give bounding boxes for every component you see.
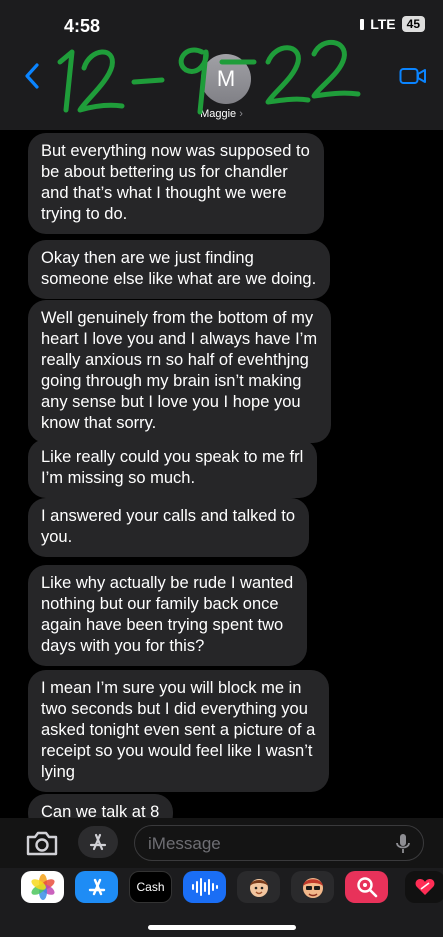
battery-icon: 45 [401, 16, 425, 32]
message-line: lying [41, 763, 75, 781]
message-line: days with you for this? [41, 637, 205, 655]
digital-touch-icon [415, 879, 435, 895]
received-message-bubble[interactable]: Like why actually be rude I wanted nothi… [28, 565, 308, 666]
message-line: I mean I’m sure you will block me in [41, 679, 302, 697]
microphone-icon[interactable] [395, 833, 411, 855]
compose-bar: iMessage [0, 818, 443, 868]
imessage-placeholder: iMessage [148, 834, 221, 853]
received-message-bubble[interactable]: I mean I’m sure you will block me in two… [28, 670, 330, 792]
status-time: 4:58 [64, 16, 101, 36]
message-line: Like why actually be rude I wanted [41, 574, 294, 592]
message-line: I answered your calls and talked to [41, 507, 296, 525]
memoji-stickers-icon [302, 878, 323, 898]
received-message-bubble[interactable]: But everything now was supposed to be ab… [28, 133, 324, 234]
message-line: and that’s what I thought we were [41, 184, 287, 202]
digital-touch-app-button[interactable] [405, 871, 443, 903]
image-search-app-button[interactable] [345, 871, 388, 903]
photos-icon [30, 874, 55, 900]
app-drawer: Cash [0, 868, 443, 937]
apple-cash-app-button[interactable]: Cash [129, 871, 172, 903]
conversation-header: 4:58 LTE 45 M Maggie › [0, 0, 443, 130]
home-indicator[interactable] [148, 925, 296, 930]
app-store-app-button[interactable] [75, 871, 118, 903]
received-message-bubble[interactable]: Like really could you speak to me frl I’… [28, 439, 318, 498]
app-store-icon [89, 833, 107, 851]
audio-message-icon [191, 878, 218, 896]
audio-message-app-button[interactable] [183, 871, 226, 903]
received-message-bubble[interactable]: Okay then are we just finding someone el… [28, 240, 331, 299]
memoji-stickers-app-button[interactable] [291, 871, 334, 903]
message-line: Well genuinely from the bottom of my [41, 309, 314, 327]
app-store-icon [88, 878, 105, 896]
facetime-video-icon[interactable] [399, 66, 427, 86]
contact-name-label: Maggie [200, 108, 237, 120]
contact-avatar[interactable]: M [201, 54, 251, 104]
network-type: LTE [370, 16, 396, 32]
message-line: be about bettering us for chandler [41, 163, 288, 181]
message-line: any sense but I love you I hope you [41, 393, 301, 411]
imessage-input[interactable]: iMessage [134, 825, 424, 861]
message-line: trying to do. [41, 205, 128, 223]
apps-button[interactable] [78, 826, 118, 858]
message-line: two seconds but I did everything you [41, 700, 308, 718]
back-chevron-icon[interactable] [22, 62, 42, 90]
received-message-bubble[interactable]: I answered your calls and talked to you. [28, 498, 310, 557]
message-line: Okay then are we just finding [41, 249, 254, 267]
received-message-bubble[interactable]: Well genuinely from the bottom of my hea… [28, 300, 332, 443]
chevron-right-icon: › [239, 108, 243, 120]
message-line: nothing but our family back once [41, 595, 279, 613]
message-line: But everything now was supposed to [41, 142, 310, 160]
status-indicators: LTE 45 [360, 16, 425, 32]
memoji-app-button[interactable] [237, 871, 280, 903]
signal-icon [360, 18, 365, 30]
message-line: really anxious rn so half of evehthjng [41, 351, 309, 369]
camera-icon[interactable] [24, 828, 60, 858]
message-line: know that sorry. [41, 414, 157, 432]
message-line: going through my brain isn’t making [41, 372, 302, 390]
image-search-icon [356, 877, 377, 898]
contact-name[interactable]: Maggie › [0, 108, 443, 120]
memoji-icon [249, 879, 268, 897]
message-line: receipt so you would feel like I wasn’t [41, 742, 313, 760]
message-line: I’m missing so much. [41, 469, 196, 487]
message-line: Like really could you speak to me frl [41, 448, 304, 466]
message-line: asked tonight even sent a picture of a [41, 721, 316, 739]
message-line: heart I love you and I always have I’m [41, 330, 318, 348]
message-line: someone else like what are we doing. [41, 270, 317, 288]
message-line: again have been trying spent two [41, 616, 284, 634]
photos-app-button[interactable] [21, 871, 64, 903]
message-thread[interactable]: But everything now was supposed to be ab… [0, 130, 443, 825]
message-line: you. [41, 528, 73, 546]
apple-cash-label: Cash [136, 880, 165, 894]
